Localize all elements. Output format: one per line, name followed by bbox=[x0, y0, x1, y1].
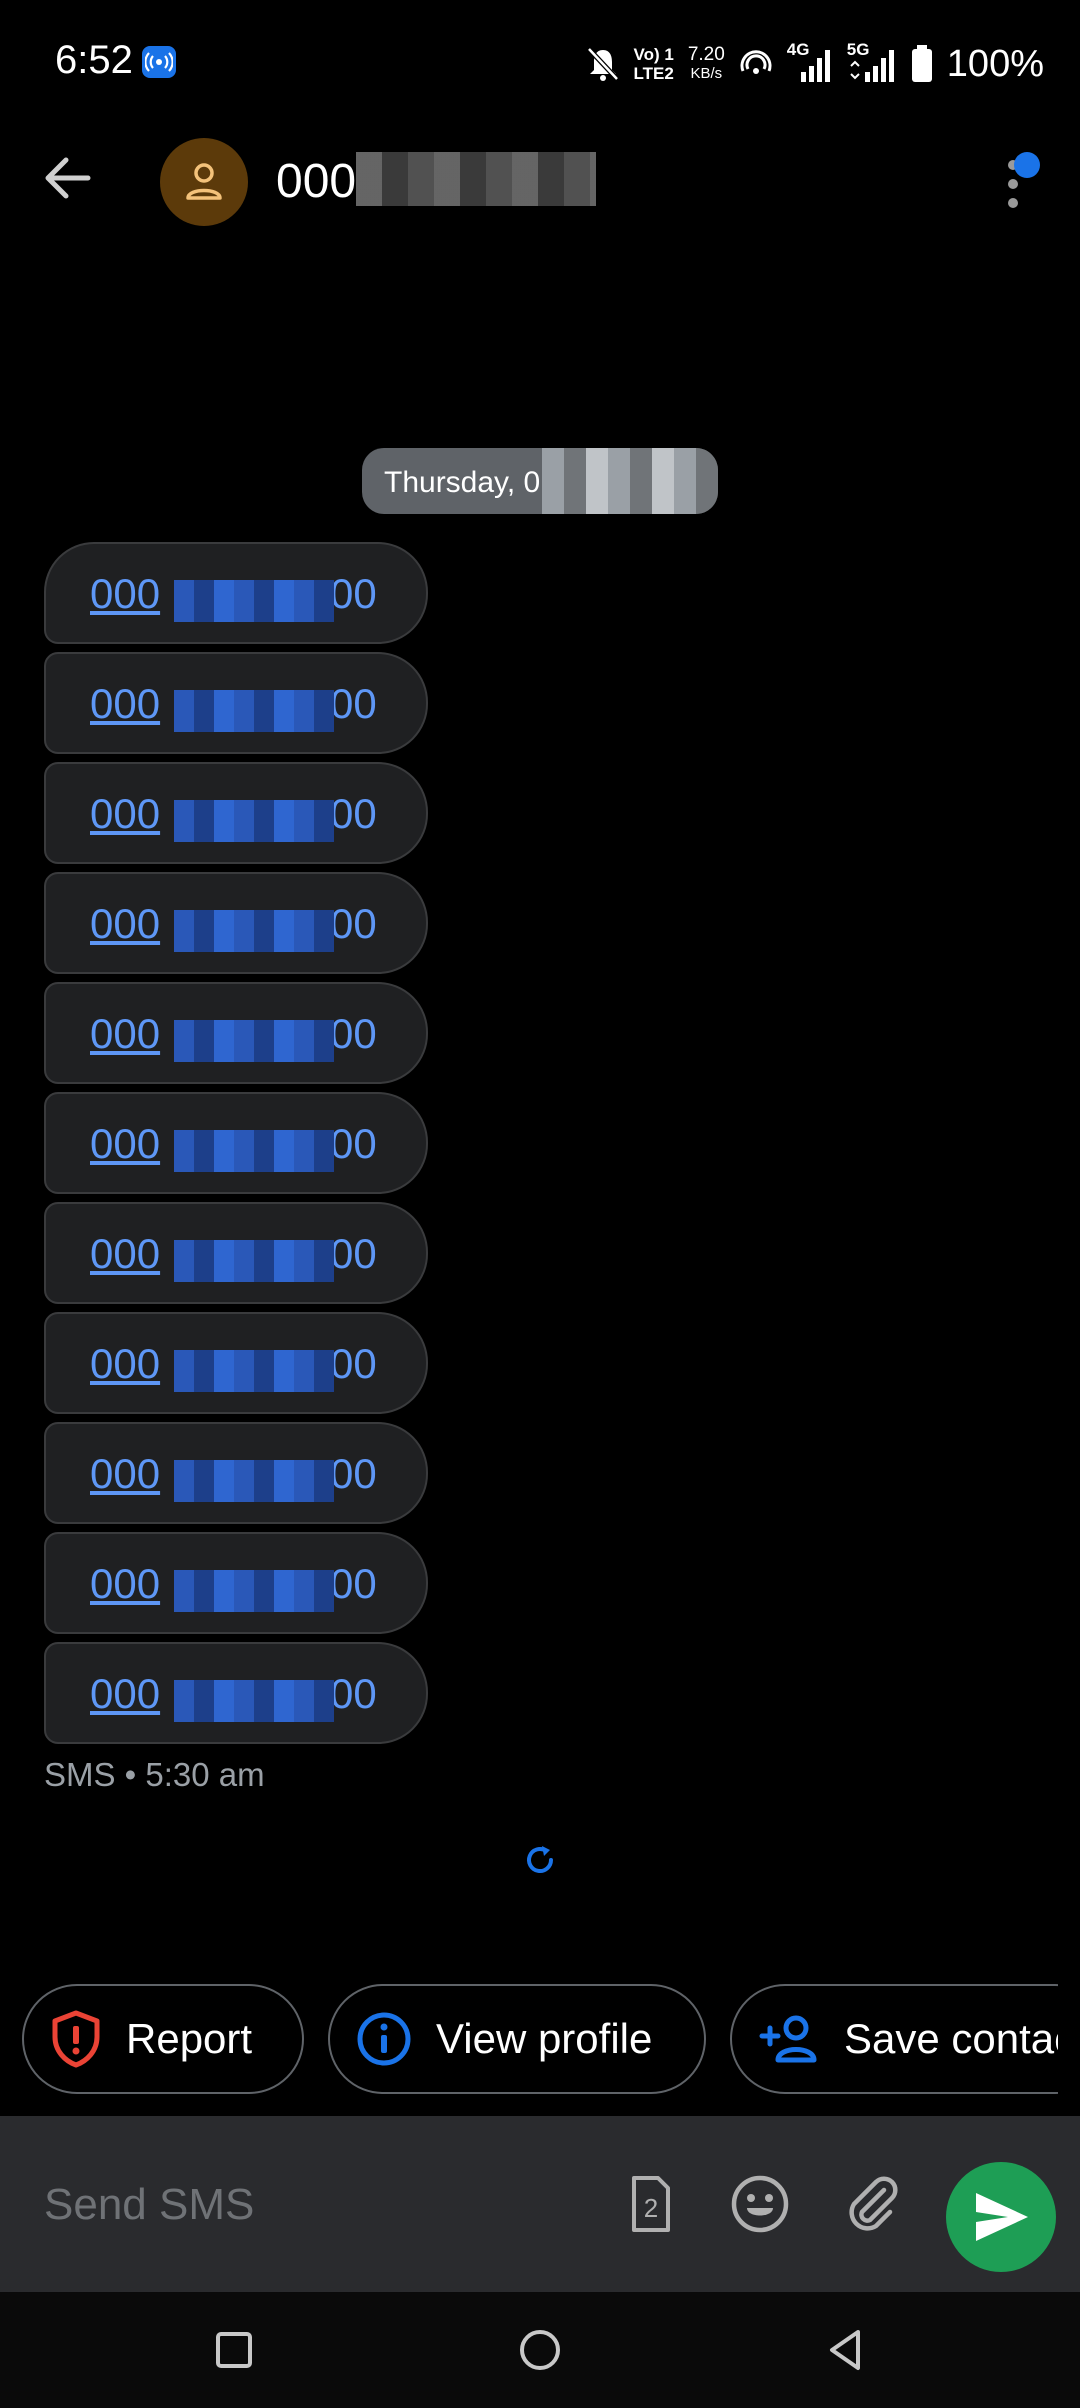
view-profile-chip[interactable]: View profile bbox=[328, 1984, 706, 2094]
back-button[interactable] bbox=[40, 150, 114, 214]
redacted-number bbox=[174, 1130, 334, 1172]
hotspot-icon bbox=[142, 46, 176, 78]
mute-bell-icon bbox=[586, 47, 619, 81]
status-icons: Vo) 1 LTE2 7.20 KB/s 4G 5G 100% bbox=[586, 36, 1044, 92]
navigation-bar bbox=[0, 2292, 1080, 2408]
message-bubble[interactable]: 000 00 bbox=[44, 1312, 428, 1414]
report-chip[interactable]: Report bbox=[22, 1984, 304, 2094]
message-bubble[interactable]: 000 00 bbox=[44, 542, 428, 644]
sim-number: 2 bbox=[644, 2193, 658, 2223]
redacted-number bbox=[174, 1680, 334, 1722]
menu-dot bbox=[1008, 179, 1018, 189]
paperclip-icon bbox=[849, 2176, 898, 2231]
emoji-button[interactable] bbox=[728, 2172, 792, 2236]
triangle-back-icon bbox=[830, 2330, 860, 2370]
message-link[interactable]: 000 00 bbox=[90, 900, 377, 948]
redacted-number bbox=[174, 1020, 334, 1062]
redacted-number bbox=[174, 1570, 334, 1612]
message-link[interactable]: 000 00 bbox=[90, 1340, 377, 1388]
sim-selector-button[interactable]: 2 bbox=[618, 2172, 682, 2236]
redacted-number bbox=[174, 580, 334, 622]
message-timestamp: SMS • 5:30 am bbox=[44, 1756, 265, 1793]
menu-dot bbox=[1008, 198, 1018, 208]
battery-percent: 100% bbox=[946, 42, 1044, 85]
battery-icon bbox=[911, 45, 932, 82]
home-button[interactable] bbox=[516, 2326, 564, 2374]
signal-strength-icon-1: 4G bbox=[787, 40, 833, 84]
conversation-header: 000 bbox=[0, 130, 1080, 234]
info-icon bbox=[357, 2012, 411, 2066]
message-bubble[interactable]: 000 00 bbox=[44, 872, 428, 974]
circle-icon bbox=[520, 2330, 560, 2370]
shield-alert-icon bbox=[52, 2010, 100, 2068]
status-time: 6:52 bbox=[55, 38, 133, 82]
message-link[interactable]: 000 00 bbox=[90, 570, 377, 618]
message-link[interactable]: 000 00 bbox=[90, 1230, 377, 1278]
signal-strength-icon-2: 5G bbox=[847, 40, 897, 84]
network-speed: 7.20 KB/s bbox=[687, 44, 725, 82]
person-icon bbox=[186, 163, 222, 200]
message-bubble[interactable]: 000 00 bbox=[44, 652, 428, 754]
message-bubble[interactable]: 000 00 bbox=[44, 1202, 428, 1304]
save-contact-chip[interactable]: Save contact bbox=[730, 1984, 1058, 2094]
message-bubble[interactable]: 000 00 bbox=[44, 1532, 428, 1634]
message-bubble[interactable]: 000 00 bbox=[44, 762, 428, 864]
status-bar: 6:52 Vo) 1 LTE2 7.20 KB/s 4G 5G 100% bbox=[0, 0, 1080, 130]
contact-name[interactable]: 000 bbox=[276, 154, 356, 209]
nfc-signal-icon bbox=[740, 50, 772, 74]
message-bubble[interactable]: 000 00 bbox=[44, 1642, 428, 1744]
square-icon bbox=[216, 2332, 252, 2368]
send-button[interactable] bbox=[946, 2162, 1056, 2272]
recents-button[interactable] bbox=[210, 2326, 258, 2374]
redacted-number bbox=[174, 690, 334, 732]
message-input[interactable]: Send SMS bbox=[44, 2180, 254, 2230]
arrow-back-icon bbox=[45, 157, 91, 199]
send-icon bbox=[976, 2193, 1028, 2241]
message-bubble[interactable]: 000 00 bbox=[44, 1422, 428, 1524]
back-nav-button[interactable] bbox=[822, 2326, 870, 2374]
sim-card-icon: 2 bbox=[632, 2176, 670, 2232]
message-link[interactable]: 000 00 bbox=[90, 1670, 377, 1718]
compose-bar: Send SMS 2 bbox=[0, 2116, 1080, 2292]
redacted-number bbox=[174, 910, 334, 952]
message-link[interactable]: 000 00 bbox=[90, 1010, 377, 1058]
message-bubble[interactable]: 000 00 bbox=[44, 1092, 428, 1194]
redacted-date bbox=[542, 448, 718, 514]
message-bubble[interactable]: 000 00 bbox=[44, 982, 428, 1084]
notification-dot bbox=[1014, 152, 1040, 178]
redacted-number bbox=[174, 1350, 334, 1392]
refresh-button[interactable] bbox=[522, 1842, 558, 1878]
date-divider: Thursday, 0 bbox=[362, 448, 718, 514]
redacted-number bbox=[174, 800, 334, 842]
message-list: 000 00 000 00 000 00 000 00 000 00 000 00 000 0… bbox=[44, 542, 434, 1752]
redacted-name bbox=[356, 152, 596, 206]
message-link[interactable]: 000 00 bbox=[90, 1120, 377, 1168]
redacted-number bbox=[174, 1460, 334, 1502]
volte-indicator: Vo) 1 LTE2 bbox=[633, 45, 674, 83]
suggestion-chips: Report View profile Save contact bbox=[0, 1984, 1058, 2096]
message-link[interactable]: 000 00 bbox=[90, 790, 377, 838]
attach-button[interactable] bbox=[840, 2172, 904, 2236]
add-person-icon bbox=[759, 2015, 817, 2063]
message-link[interactable]: 000 00 bbox=[90, 1560, 377, 1608]
refresh-icon bbox=[527, 1846, 553, 1873]
redacted-number bbox=[174, 1240, 334, 1282]
contact-avatar[interactable] bbox=[160, 138, 248, 226]
message-link[interactable]: 000 00 bbox=[90, 1450, 377, 1498]
message-link[interactable]: 000 00 bbox=[90, 680, 377, 728]
emoji-icon bbox=[731, 2175, 789, 2233]
